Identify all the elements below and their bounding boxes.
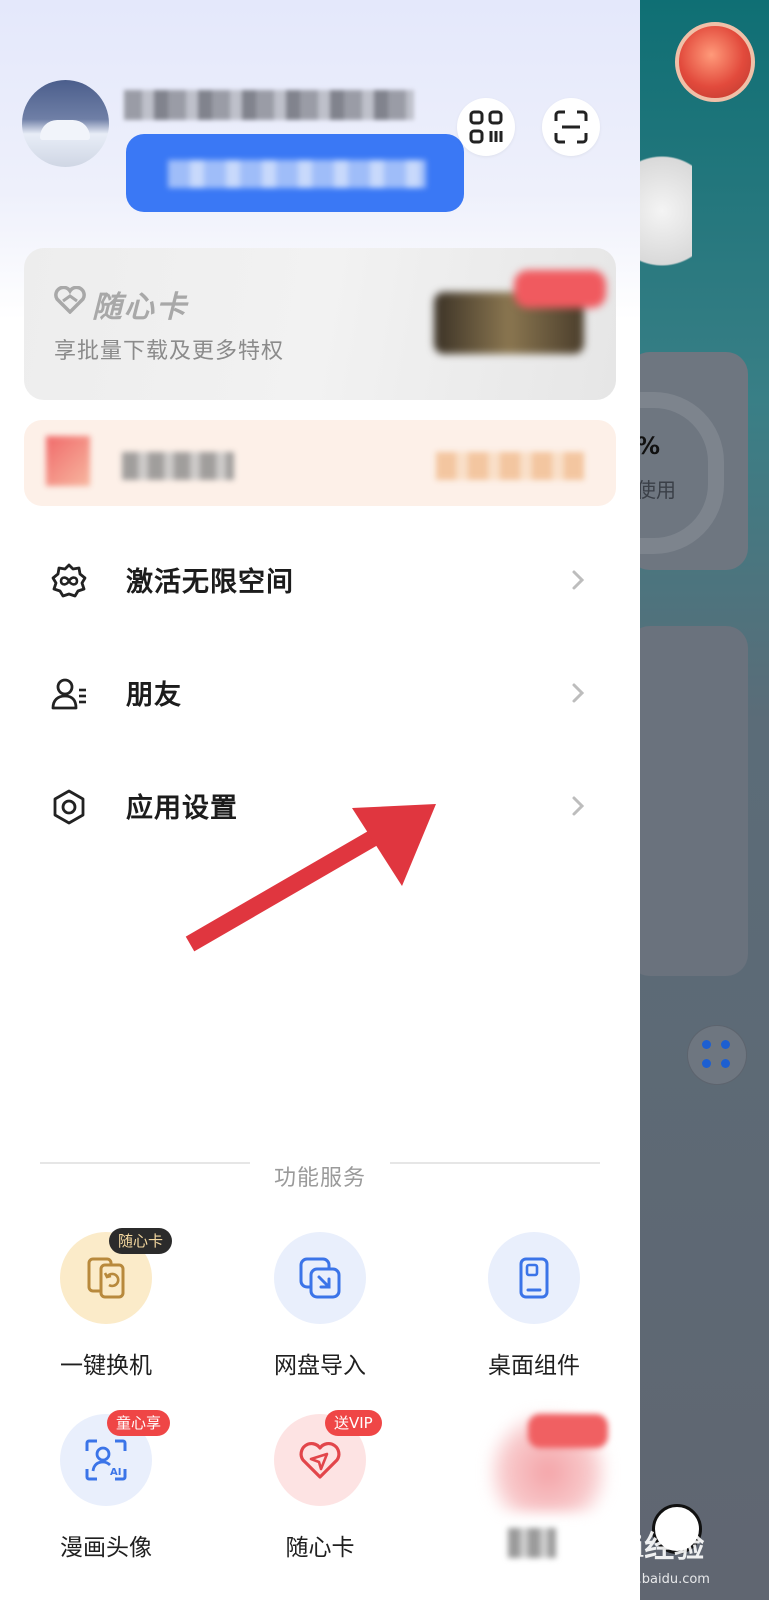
service-suixin-card[interactable]: 送VIP 随心卡 — [245, 1410, 395, 1562]
menu-label-friends: 朋友 — [126, 680, 182, 711]
background-mascot-image — [632, 155, 692, 295]
scan-icon — [554, 110, 588, 144]
promo-icon-redacted — [46, 436, 90, 486]
service-comic-avatar[interactable]: AI 童心享 漫画头像 — [31, 1410, 181, 1562]
heart-card-logo-icon — [54, 286, 86, 314]
annotation-arrow-icon — [185, 804, 436, 952]
hexagon-settings-icon — [53, 789, 85, 825]
service-desktop-widget[interactable]: 桌面组件 — [459, 1232, 609, 1380]
promo-detail-redacted — [436, 452, 584, 480]
avatar[interactable] — [22, 80, 109, 167]
chevron-right-icon — [572, 570, 585, 590]
service-label: 网盘导入 — [274, 1353, 366, 1379]
infinity-flower-icon — [51, 563, 87, 598]
background-more-icon[interactable] — [688, 1026, 746, 1084]
menu-item-friends[interactable]: 朋友 — [0, 653, 640, 733]
service-redacted-label — [508, 1528, 556, 1558]
suixin-card-tag-redacted — [514, 270, 606, 308]
friends-icon — [51, 678, 86, 710]
service-label: 桌面组件 — [488, 1353, 580, 1379]
suixin-card-subtitle: 享批量下载及更多特权 — [54, 339, 285, 364]
service-icon-bg — [488, 1232, 580, 1324]
service-icon-bg — [274, 1232, 366, 1324]
service-netdisk-import[interactable]: 网盘导入 — [245, 1232, 395, 1380]
chevron-right-icon — [572, 683, 585, 703]
service-badge: 随心卡 — [109, 1228, 173, 1254]
vip-status-redacted — [168, 160, 426, 188]
svg-text:AI: AI — [110, 1467, 121, 1478]
service-label: 漫画头像 — [60, 1535, 152, 1561]
service-one-click-switch[interactable]: 随心卡 一键换机 — [31, 1228, 181, 1380]
qr-code-icon — [469, 110, 503, 144]
service-redacted-badge — [528, 1414, 608, 1448]
menu-label-unlimited-space: 激活无限空间 — [126, 567, 294, 598]
import-icon — [299, 1257, 341, 1299]
promo-text-redacted — [122, 452, 234, 480]
heart-card-icon — [299, 1442, 341, 1479]
service-label: 随心卡 — [285, 1535, 355, 1561]
phone-switch-icon — [87, 1257, 125, 1299]
menu-item-unlimited-space[interactable]: 激活无限空间 — [0, 540, 640, 620]
service-badge: 童心享 — [107, 1410, 171, 1436]
services-section-title: 功能服务 — [273, 1166, 366, 1191]
service-label: 一键换机 — [60, 1353, 152, 1379]
background-usage-text: 使用 — [636, 478, 676, 502]
background-reward-icon[interactable] — [675, 22, 755, 102]
scan-button[interactable] — [542, 98, 600, 156]
suixin-card-title: 随心卡 — [92, 290, 188, 325]
background-panel — [628, 626, 748, 976]
username-redacted — [124, 90, 414, 120]
phone-widget-icon — [519, 1257, 549, 1299]
service-badge: 送VIP — [325, 1410, 382, 1436]
qr-code-button[interactable] — [457, 98, 515, 156]
ai-avatar-icon: AI — [85, 1439, 127, 1481]
chevron-right-icon — [572, 796, 585, 816]
